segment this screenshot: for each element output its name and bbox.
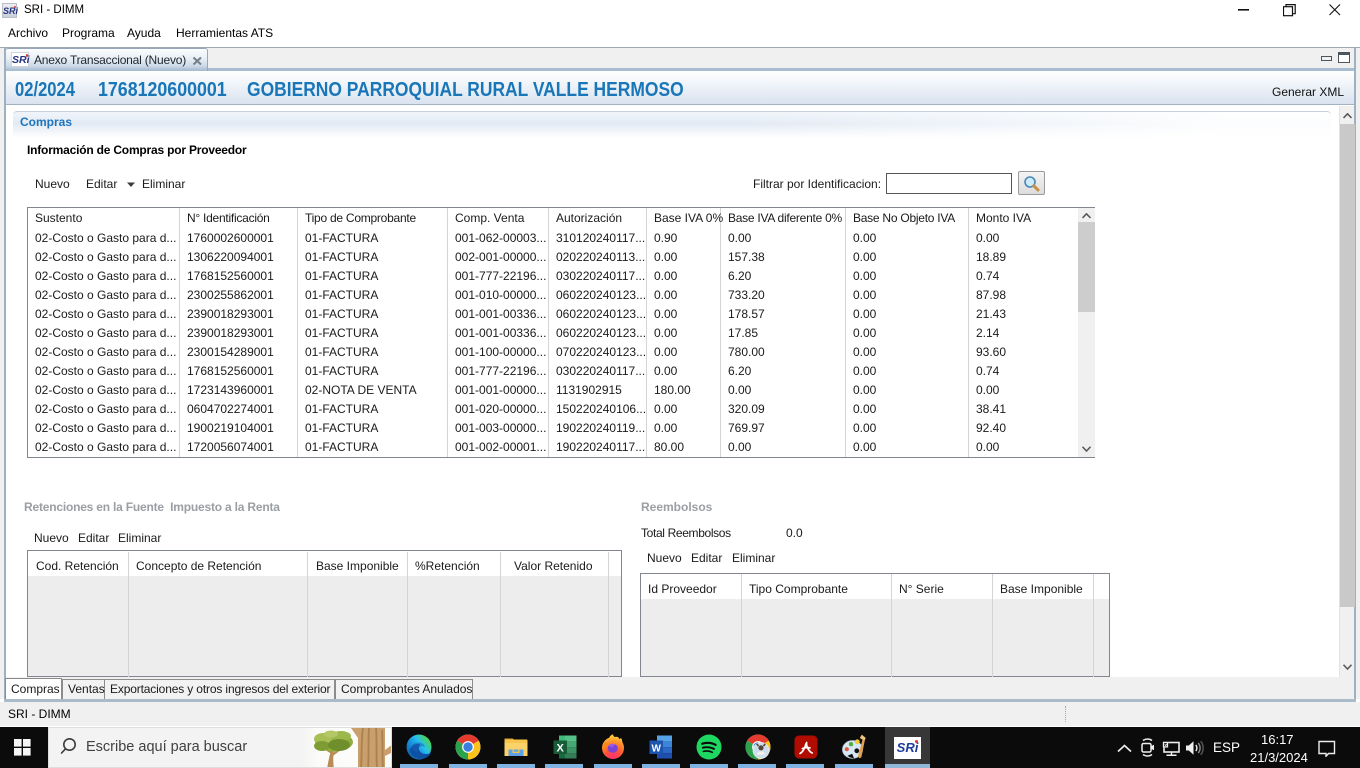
svg-text:X: X: [557, 743, 565, 755]
svg-text:W: W: [651, 743, 661, 754]
